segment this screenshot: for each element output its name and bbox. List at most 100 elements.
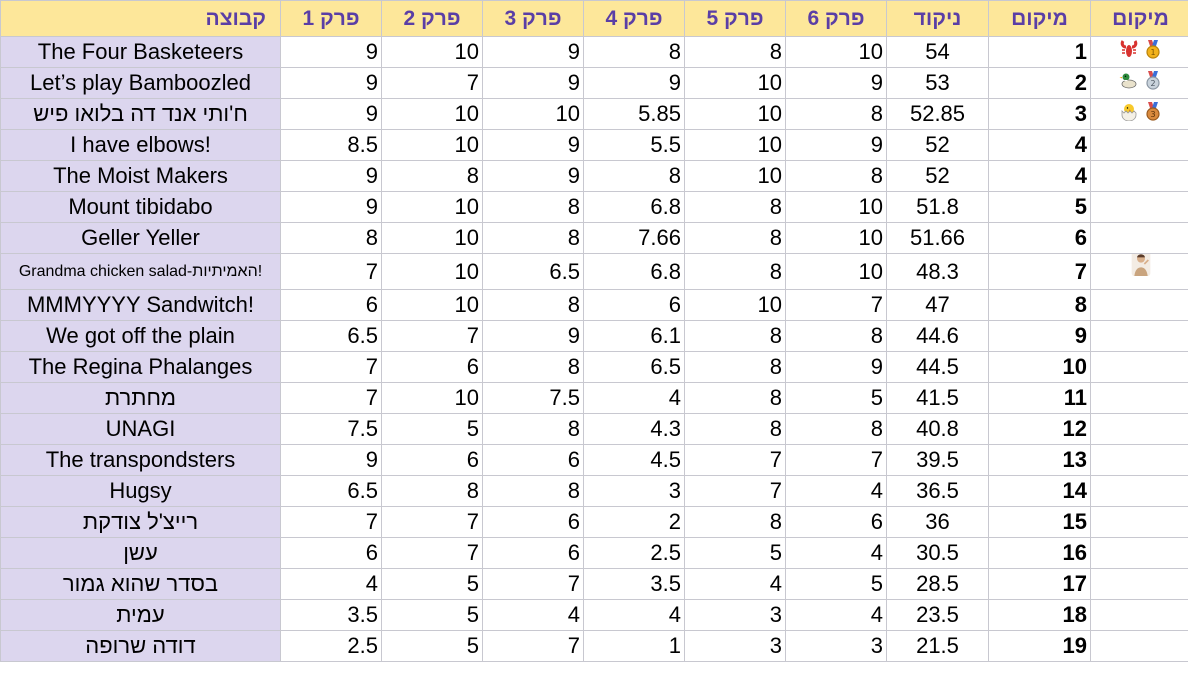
score-cell[interactable]: 52 <box>886 160 989 192</box>
rank-cell[interactable]: 13 <box>988 444 1091 476</box>
round-2-cell[interactable]: 5 <box>381 413 483 445</box>
round-5-cell[interactable]: 7 <box>684 475 786 507</box>
medal-cell[interactable] <box>1090 537 1188 569</box>
header-team[interactable]: קבוצה <box>0 0 281 37</box>
round-1-cell[interactable]: 2.5 <box>280 630 382 662</box>
round-6-cell[interactable]: 5 <box>785 568 887 600</box>
team-name-cell[interactable]: עשן <box>0 537 281 569</box>
medal-cell[interactable] <box>1090 222 1188 254</box>
round-4-cell[interactable]: 4.5 <box>583 444 685 476</box>
rank-cell[interactable]: 16 <box>988 537 1091 569</box>
round-6-cell[interactable]: 10 <box>785 191 887 223</box>
round-1-cell[interactable]: 9 <box>280 67 382 99</box>
team-name-cell[interactable]: The Regina Phalanges <box>0 351 281 383</box>
round-1-cell[interactable]: 7.5 <box>280 413 382 445</box>
team-name-cell[interactable]: The Moist Makers <box>0 160 281 192</box>
round-6-cell[interactable]: 10 <box>785 36 887 68</box>
round-5-cell[interactable]: 8 <box>684 320 786 352</box>
rank-cell[interactable]: 19 <box>988 630 1091 662</box>
round-3-cell[interactable]: 9 <box>482 160 584 192</box>
round-2-cell[interactable]: 10 <box>381 382 483 414</box>
round-2-cell[interactable]: 10 <box>381 253 483 290</box>
round-1-cell[interactable]: 9 <box>280 160 382 192</box>
round-2-cell[interactable]: 10 <box>381 129 483 161</box>
rank-cell[interactable]: 8 <box>988 289 1091 321</box>
round-3-cell[interactable]: 8 <box>482 191 584 223</box>
team-name-cell[interactable]: מחתרת <box>0 382 281 414</box>
rank-cell[interactable]: 10 <box>988 351 1091 383</box>
rank-cell[interactable]: 5 <box>988 191 1091 223</box>
team-name-cell[interactable]: Hugsy <box>0 475 281 507</box>
medal-cell[interactable] <box>1090 129 1188 161</box>
header-round-1[interactable]: פרק 1 <box>280 0 382 37</box>
medal-cell[interactable]: 1 <box>1090 36 1188 68</box>
rank-cell[interactable]: 4 <box>988 129 1091 161</box>
round-4-cell[interactable]: 8 <box>583 160 685 192</box>
round-6-cell[interactable]: 4 <box>785 599 887 631</box>
round-6-cell[interactable]: 8 <box>785 413 887 445</box>
round-4-cell[interactable]: 2 <box>583 506 685 538</box>
team-name-cell[interactable]: MMMYYYY Sandwitch! <box>0 289 281 321</box>
medal-cell[interactable] <box>1090 506 1188 538</box>
score-cell[interactable]: 39.5 <box>886 444 989 476</box>
round-1-cell[interactable]: 7 <box>280 253 382 290</box>
header-score[interactable]: ניקוד <box>886 0 989 37</box>
round-4-cell[interactable]: 3 <box>583 475 685 507</box>
medal-cell[interactable] <box>1090 413 1188 445</box>
round-2-cell[interactable]: 7 <box>381 320 483 352</box>
rank-cell[interactable]: 6 <box>988 222 1091 254</box>
rank-cell[interactable]: 9 <box>988 320 1091 352</box>
round-4-cell[interactable]: 6.8 <box>583 191 685 223</box>
team-name-cell[interactable]: בסדר שהוא גמור <box>0 568 281 600</box>
round-1-cell[interactable]: 6.5 <box>280 475 382 507</box>
score-cell[interactable]: 52 <box>886 129 989 161</box>
team-name-cell[interactable]: ח'ותי אנד דה בלואו פיש <box>0 98 281 130</box>
medal-cell[interactable] <box>1090 160 1188 192</box>
round-5-cell[interactable]: 8 <box>684 506 786 538</box>
team-name-cell[interactable]: The Four Basketeers <box>0 36 281 68</box>
round-6-cell[interactable]: 10 <box>785 253 887 290</box>
round-2-cell[interactable]: 10 <box>381 222 483 254</box>
round-3-cell[interactable]: 9 <box>482 129 584 161</box>
rank-cell[interactable]: 18 <box>988 599 1091 631</box>
team-name-cell[interactable]: We got off the plain <box>0 320 281 352</box>
round-4-cell[interactable]: 1 <box>583 630 685 662</box>
round-3-cell[interactable]: 9 <box>482 67 584 99</box>
round-2-cell[interactable]: 5 <box>381 630 483 662</box>
round-5-cell[interactable]: 8 <box>684 222 786 254</box>
score-cell[interactable]: 48.3 <box>886 253 989 290</box>
round-4-cell[interactable]: 9 <box>583 67 685 99</box>
round-4-cell[interactable]: 7.66 <box>583 222 685 254</box>
header-round-4[interactable]: פרק 4 <box>583 0 685 37</box>
medal-cell[interactable]: 2 <box>1090 67 1188 99</box>
round-4-cell[interactable]: 2.5 <box>583 537 685 569</box>
rank-cell[interactable]: 1 <box>988 36 1091 68</box>
round-4-cell[interactable]: 6.8 <box>583 253 685 290</box>
round-2-cell[interactable]: 10 <box>381 191 483 223</box>
round-1-cell[interactable]: 6 <box>280 537 382 569</box>
round-4-cell[interactable]: 3.5 <box>583 568 685 600</box>
team-name-cell[interactable]: UNAGI <box>0 413 281 445</box>
score-cell[interactable]: 21.5 <box>886 630 989 662</box>
medal-cell[interactable] <box>1090 289 1188 321</box>
round-5-cell[interactable]: 8 <box>684 382 786 414</box>
round-5-cell[interactable]: 8 <box>684 191 786 223</box>
header-round-3[interactable]: פרק 3 <box>482 0 584 37</box>
round-5-cell[interactable]: 10 <box>684 129 786 161</box>
team-name-cell[interactable]: רייצ'ל צודקת <box>0 506 281 538</box>
round-4-cell[interactable]: 4.3 <box>583 413 685 445</box>
round-1-cell[interactable]: 9 <box>280 98 382 130</box>
score-cell[interactable]: 47 <box>886 289 989 321</box>
score-cell[interactable]: 40.8 <box>886 413 989 445</box>
round-3-cell[interactable]: 8 <box>482 413 584 445</box>
round-2-cell[interactable]: 7 <box>381 506 483 538</box>
score-cell[interactable]: 53 <box>886 67 989 99</box>
rank-cell[interactable]: 14 <box>988 475 1091 507</box>
round-6-cell[interactable]: 8 <box>785 320 887 352</box>
round-3-cell[interactable]: 8 <box>482 222 584 254</box>
header-round-5[interactable]: פרק 5 <box>684 0 786 37</box>
round-5-cell[interactable]: 7 <box>684 444 786 476</box>
round-4-cell[interactable]: 6 <box>583 289 685 321</box>
round-6-cell[interactable]: 3 <box>785 630 887 662</box>
round-4-cell[interactable]: 4 <box>583 382 685 414</box>
